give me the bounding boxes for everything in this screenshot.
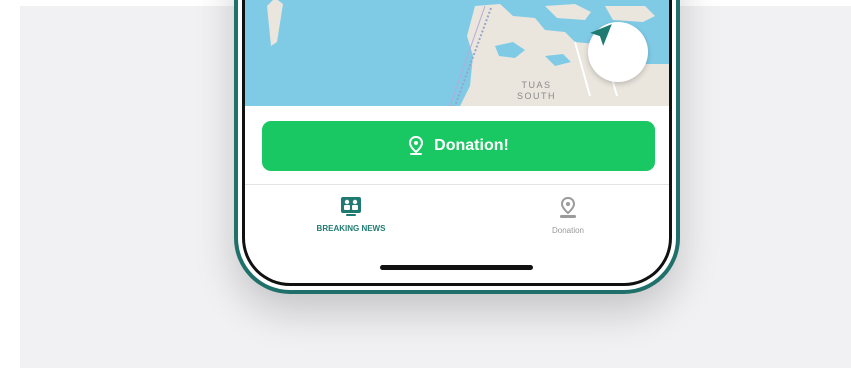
home-indicator[interactable] (380, 265, 533, 270)
donation-button[interactable]: Donation! (262, 121, 655, 171)
background: TUAS SOUTH Donation! BREAKING NEWS Donat… (20, 0, 851, 368)
map-pin-icon (408, 136, 424, 156)
locate-me-button[interactable] (588, 22, 648, 82)
map-pin-icon (560, 196, 576, 218)
map-label-line-1: TUAS (521, 80, 552, 90)
news-board-icon (341, 197, 361, 216)
map-place-label: TUAS SOUTH (517, 80, 556, 102)
navigation-arrow-icon (590, 24, 612, 46)
tab-breaking-news[interactable]: BREAKING NEWS (305, 196, 397, 233)
phone-frame: TUAS SOUTH Donation! BREAKING NEWS Donat… (234, 0, 680, 294)
tab-bar-divider (245, 184, 669, 185)
tab-breaking-news-label: BREAKING NEWS (316, 224, 386, 233)
tab-donation[interactable]: Donation (533, 196, 603, 235)
donation-button-label: Donation! (434, 137, 509, 154)
tab-donation-label: Donation (551, 226, 585, 235)
phone-screen: TUAS SOUTH Donation! BREAKING NEWS Donat… (242, 0, 672, 286)
map-label-line-2: SOUTH (517, 91, 556, 101)
map-view[interactable]: TUAS SOUTH (245, 0, 669, 106)
